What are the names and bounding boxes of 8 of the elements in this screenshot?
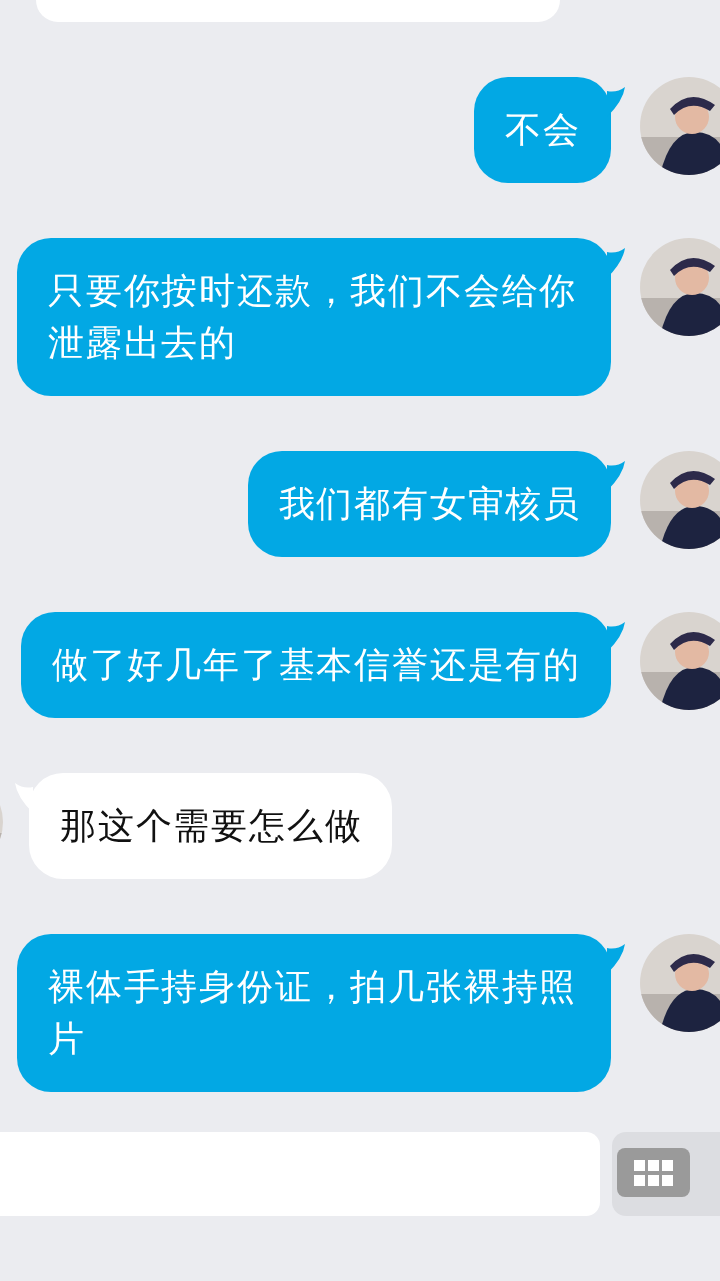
message-bubble: 裸体手持身份证，拍几张裸持照片 — [17, 934, 611, 1092]
message-bubble: 我们都有女审核员 — [247, 451, 611, 557]
message-bubble: 那这个需要怎么做 — [29, 773, 393, 879]
message-bubble: 做了好几年了基本信誉还是有的 — [20, 612, 611, 718]
grid-icon[interactable] — [617, 1148, 690, 1197]
send-button[interactable] — [612, 1132, 720, 1216]
message-bubble: 不会 — [474, 77, 611, 183]
message-bubble: 只要你按时还款，我们不会给你泄露出去的 — [17, 238, 611, 396]
